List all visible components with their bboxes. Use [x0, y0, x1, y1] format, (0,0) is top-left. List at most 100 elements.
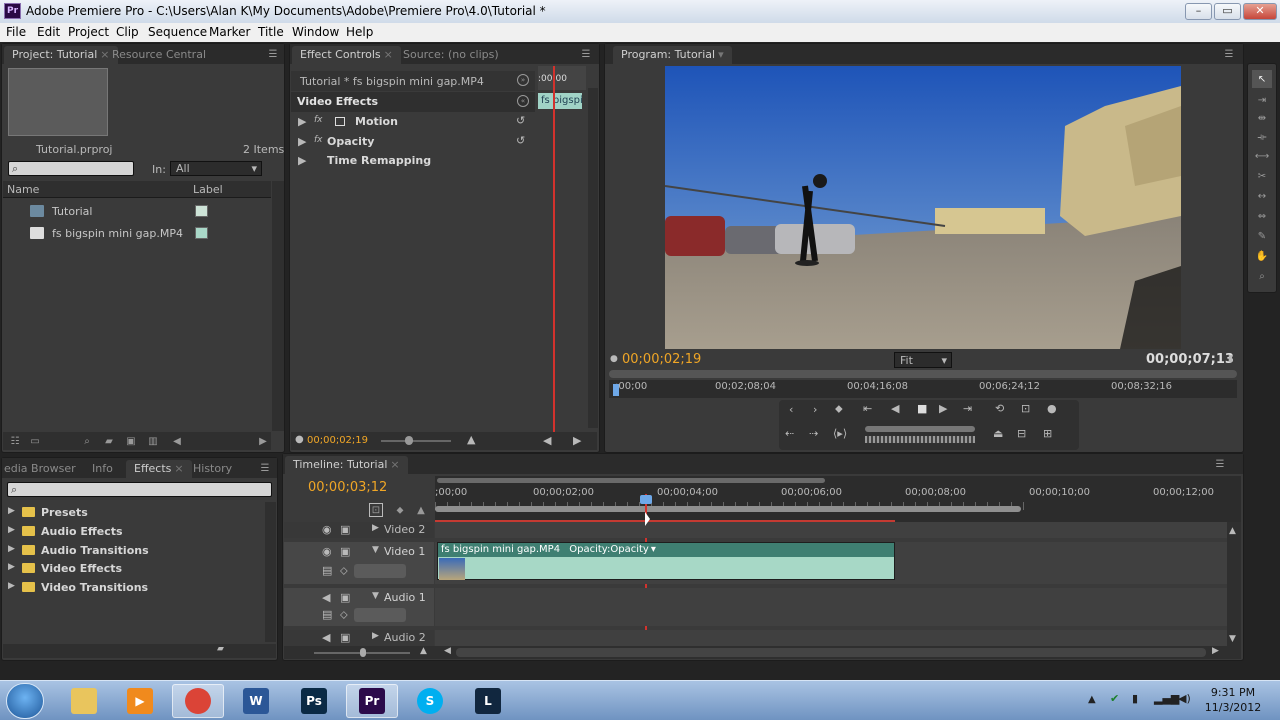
folder-audio-transitions[interactable]: ▶ Audio Transitions	[2, 542, 264, 561]
collapse-icon[interactable]: »	[517, 74, 529, 86]
panel-menu-icon[interactable]: ☰	[1211, 457, 1229, 471]
playhead-line[interactable]	[553, 66, 555, 432]
col-label[interactable]: Label	[193, 183, 223, 196]
rate-stretch-tool-icon[interactable]: ⟷	[1252, 148, 1272, 164]
in-dropdown[interactable]: All ▾	[170, 161, 262, 176]
zoom-in-icon[interactable]: ▲	[420, 646, 427, 656]
go-to-in-icon[interactable]: ⇤	[863, 402, 872, 415]
scroll-right-icon[interactable]: ▶	[255, 434, 271, 448]
extract-icon[interactable]: ⊟	[1017, 427, 1026, 440]
display-style-icon[interactable]: ▤	[322, 608, 332, 621]
razor-tool-icon[interactable]: ✂	[1252, 168, 1272, 184]
loop-icon[interactable]: ⟲	[995, 402, 1004, 415]
tray-network-icon[interactable]: ▂▄▆	[1154, 692, 1179, 705]
scroll-up-icon[interactable]: ▲	[1229, 526, 1236, 536]
speaker-icon[interactable]: ◀	[322, 631, 330, 644]
keyframe-nav[interactable]	[354, 564, 406, 578]
expand-triangle-icon[interactable]: ▶	[298, 154, 306, 167]
taskbar-chrome[interactable]	[172, 684, 224, 718]
taskbar-photoshop[interactable]: Ps	[288, 684, 340, 718]
tab-timeline[interactable]: Timeline: Tutorial ×	[285, 456, 408, 474]
ec-mini-clip[interactable]: fs bigspi	[538, 93, 582, 109]
folder-video-effects[interactable]: ▶ Video Effects	[2, 560, 264, 579]
hand-tool-icon[interactable]: ✋	[1252, 248, 1272, 264]
scroll-left-icon[interactable]: ◀	[444, 646, 451, 656]
menu-edit[interactable]: Edit	[37, 25, 60, 39]
taskbar-media[interactable]: ▶	[114, 684, 166, 718]
go-next-edit-icon[interactable]: ⇢	[809, 427, 818, 440]
reset-icon[interactable]: ↺	[516, 114, 525, 127]
video-clip[interactable]: fs bigspin mini gap.MP4 Opacity:Opacity ▾	[437, 542, 895, 580]
expand-triangle-icon[interactable]: ▶	[372, 523, 379, 533]
close-button[interactable]: ✕	[1243, 3, 1277, 20]
clock[interactable]: 9:31 PM 11/3/2012	[1198, 685, 1268, 717]
slide-tool-icon[interactable]: ⇔	[1252, 208, 1272, 224]
selection-tool-icon[interactable]: ↖	[1252, 70, 1272, 88]
video-frame[interactable]	[665, 66, 1181, 349]
menu-help[interactable]: Help	[346, 25, 373, 39]
pm-current-time[interactable]: 00;00;02;19	[622, 352, 701, 367]
rolling-edit-tool-icon[interactable]: ⟛	[1252, 129, 1272, 145]
panel-menu-icon[interactable]: ☰	[264, 47, 282, 61]
speaker-icon[interactable]: ◀	[322, 591, 330, 604]
folder-presets[interactable]: ▶ Presets	[2, 504, 264, 523]
keyframe-toggle-icon[interactable]: ⬦	[340, 564, 348, 578]
safe-margins-icon[interactable]: ⊡	[1021, 402, 1030, 415]
set-marker-icon[interactable]: ⬥	[393, 503, 407, 517]
tab-source[interactable]: Source: (no clips)	[395, 46, 507, 64]
jog-shuttle[interactable]	[865, 426, 975, 432]
motion-transform-icon[interactable]	[335, 117, 345, 126]
scroll-down-icon[interactable]: ▼	[1229, 634, 1236, 644]
track-audio-1[interactable]	[435, 588, 1227, 626]
tab-effects[interactable]: Effects ×	[126, 460, 192, 478]
panel-menu-icon[interactable]: ☰	[256, 461, 274, 475]
timeline-zoom-handle[interactable]	[360, 648, 366, 657]
clear-icon[interactable]: ▥	[145, 434, 161, 448]
expand-triangle-icon[interactable]: ▶	[8, 525, 15, 535]
tab-effect-controls[interactable]: Effect Controls ×	[292, 46, 401, 64]
timeline-ruler[interactable]: ;00;00 00;00;02;00 00;00;04;00 00;00;06;…	[435, 476, 1241, 526]
track-audio-2[interactable]	[435, 630, 1227, 646]
fx-icon[interactable]: fx	[314, 135, 323, 145]
expand-triangle-icon[interactable]: ▶	[298, 115, 306, 128]
expand-triangle-icon[interactable]: ▶	[8, 506, 15, 516]
expand-triangle-icon[interactable]: ▶	[8, 581, 15, 591]
keyframe-icon[interactable]: ▲	[415, 503, 427, 517]
menu-sequence[interactable]: Sequence	[148, 25, 207, 39]
lock-icon[interactable]: ▣	[340, 545, 350, 558]
col-name[interactable]: Name	[7, 183, 39, 196]
timeline-hscrollbar[interactable]	[456, 648, 1206, 657]
new-bin-icon[interactable]: ▰	[217, 644, 224, 654]
chevron-down-icon[interactable]: ▾	[651, 544, 656, 555]
zoom-slider-handle[interactable]	[405, 436, 413, 445]
taskbar-league[interactable]: L	[462, 684, 514, 718]
zoom-tool-icon[interactable]: ⌕	[1252, 268, 1272, 284]
scroll-left-icon[interactable]: ◀	[169, 434, 185, 448]
go-prev-edit-icon[interactable]: ⇠	[785, 427, 794, 440]
mark-in-icon[interactable]: ‹	[789, 403, 793, 416]
reset-icon[interactable]: ↺	[516, 134, 525, 147]
scroll-left-icon[interactable]: ◀	[543, 434, 551, 447]
keyframe-nav[interactable]	[354, 608, 406, 622]
play-icon[interactable]: ▶	[939, 402, 947, 415]
menu-project[interactable]: Project	[68, 25, 109, 39]
ripple-edit-tool-icon[interactable]: ⇹	[1252, 110, 1272, 126]
eye-icon[interactable]: ◉	[322, 545, 332, 558]
start-button[interactable]	[6, 683, 44, 719]
tray-volume-icon[interactable]: ◀)	[1178, 692, 1191, 705]
pen-tool-icon[interactable]: ✎	[1252, 228, 1272, 244]
maximize-button[interactable]: ▭	[1214, 3, 1241, 20]
taskbar-premiere[interactable]: Pr	[346, 684, 398, 718]
mark-out-icon[interactable]: ›	[813, 403, 817, 416]
collapse-triangle-icon[interactable]: ▼	[372, 591, 379, 601]
taskbar-skype[interactable]: S	[404, 684, 456, 718]
tab-media-browser[interactable]: edia Browser	[0, 460, 84, 478]
expand-triangle-icon[interactable]: ▶	[8, 544, 15, 554]
effects-search-input[interactable]: ⌕	[7, 482, 272, 497]
scroll-right-icon[interactable]: ▶	[573, 434, 581, 447]
timeline-timecode[interactable]: 00;00;03;12	[308, 480, 387, 495]
step-back-icon[interactable]: ◀	[891, 402, 899, 415]
new-item-icon[interactable]: ▣	[123, 434, 139, 448]
list-view-icon[interactable]: ☷	[7, 434, 23, 448]
display-style-icon[interactable]: ▤	[322, 564, 332, 577]
